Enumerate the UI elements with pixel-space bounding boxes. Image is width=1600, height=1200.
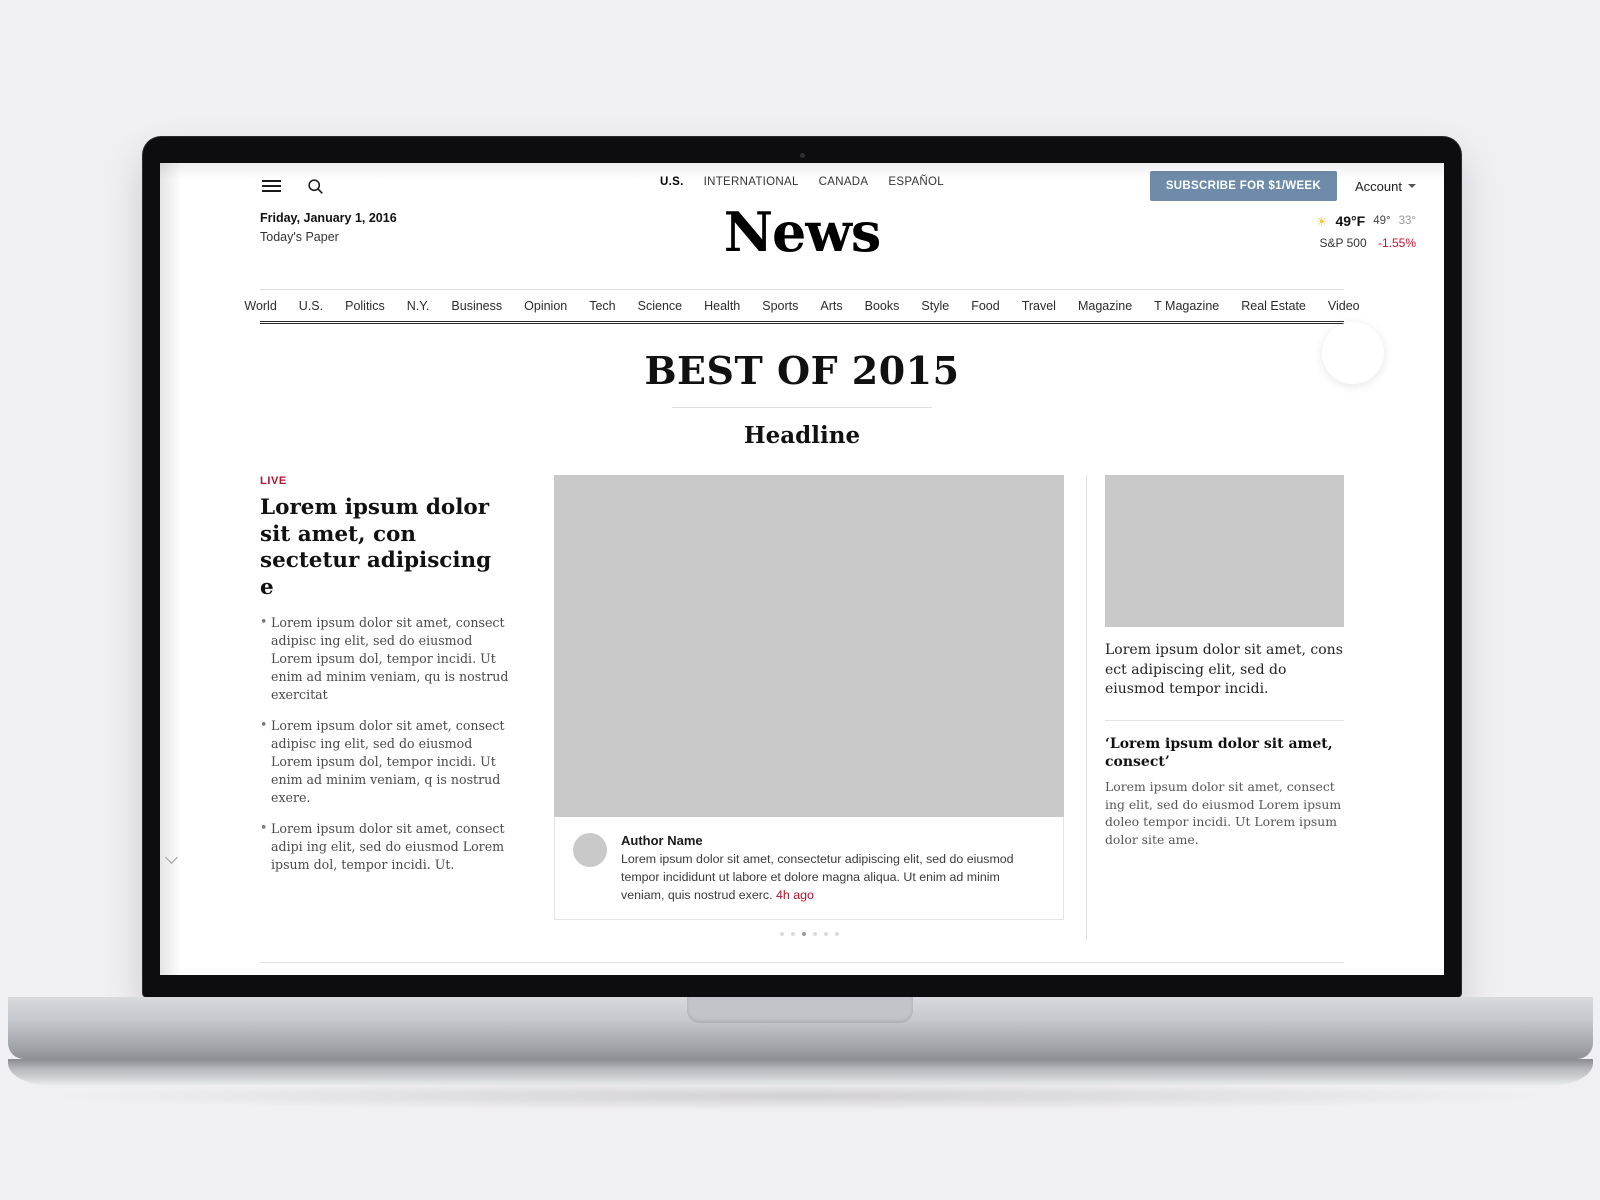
nav-item-health[interactable]: Health — [704, 299, 740, 313]
nav-item-world[interactable]: World — [244, 299, 276, 313]
divider — [1105, 719, 1344, 721]
nav-item-science[interactable]: Science — [638, 299, 682, 313]
sidebar-deck[interactable]: Lorem ipsum dolor sit amet, cons ect adi… — [1105, 641, 1344, 700]
avatar — [573, 833, 607, 867]
nav-item-arts[interactable]: Arts — [820, 299, 842, 313]
carousel-pagination — [554, 931, 1064, 936]
nav-item-real-estate[interactable]: Real Estate — [1241, 299, 1306, 313]
market-widget[interactable]: S&P 500 -1.55% — [1316, 236, 1416, 250]
bottom-briefs-strip: Lorem ipsum dolor sit a metconse asilct … — [260, 961, 1344, 975]
masthead-meta: ☀ 49°F 49° 33° S&P 500 -1.55% — [1316, 209, 1416, 250]
nav-item-opinion[interactable]: Opinion — [524, 299, 567, 313]
nav-item-business[interactable]: Business — [451, 299, 502, 313]
sun-icon: ☀ — [1315, 213, 1328, 229]
todays-paper-link[interactable]: Today's Paper — [260, 230, 397, 244]
utility-bar: U.S. INTERNATIONAL CANADA ESPAÑOL SUBSCR… — [160, 163, 1444, 209]
browser-viewport: U.S. INTERNATIONAL CANADA ESPAÑOL SUBSCR… — [160, 163, 1444, 975]
carousel-dot-active[interactable] — [801, 931, 806, 936]
right-column: Lorem ipsum dolor sit amet, cons ect adi… — [1086, 475, 1344, 940]
section-navigation: World U.S. Politics N.Y. Business Opinio… — [244, 289, 1360, 324]
author-name[interactable]: Author Name — [621, 833, 1045, 848]
nav-item-t-magazine[interactable]: T Magazine — [1154, 299, 1219, 313]
carousel-dot[interactable] — [834, 931, 839, 936]
market-index-label: S&P 500 — [1319, 236, 1367, 250]
webcam-icon — [799, 153, 805, 158]
timestamp: 4h ago — [775, 887, 814, 902]
story-summary-text: Lorem ipsum dolor sit amet, consectetur … — [621, 852, 1014, 902]
edition-switcher: U.S. INTERNATIONAL CANADA ESPAÑOL — [160, 176, 1444, 188]
divider — [672, 407, 932, 408]
edition-canada[interactable]: CANADA — [819, 176, 869, 188]
nav-item-tech[interactable]: Tech — [589, 299, 615, 313]
sidebar-image[interactable] — [1105, 475, 1344, 627]
list-item[interactable]: Lorem ipsum dolor sit amet, consect adip… — [260, 819, 510, 874]
scroll-down-chevron-icon[interactable] — [166, 853, 180, 861]
carousel-dot[interactable] — [823, 931, 828, 936]
main-story-column: Author Name Lorem ipsum dolor sit amet, … — [532, 475, 1086, 940]
floating-circle-decoration — [1322, 322, 1384, 384]
edition-international[interactable]: INTERNATIONAL — [704, 176, 799, 188]
status-badge: LIVE — [260, 475, 287, 487]
weather-current: 49°F — [1335, 213, 1366, 229]
feature-header: BEST OF 2015 Headline — [160, 324, 1444, 449]
nav-item-video[interactable]: Video — [1328, 299, 1360, 313]
nav-item-books[interactable]: Books — [865, 299, 900, 313]
nav-item-sports[interactable]: Sports — [762, 299, 798, 313]
nav-item-politics[interactable]: Politics — [345, 299, 385, 313]
market-change: -1.55% — [1377, 236, 1416, 250]
page-title: Headline — [743, 422, 861, 449]
date-block: Friday, January 1, 2016 Today's Paper — [260, 209, 397, 244]
edition-espanol[interactable]: ESPAÑOL — [888, 176, 944, 188]
byline-text-block: Author Name Lorem ipsum dolor sit amet, … — [621, 833, 1045, 905]
byline-card: Author Name Lorem ipsum dolor sit amet, … — [554, 817, 1064, 920]
list-item[interactable]: Lorem ipsum dolor sit amet, consect adip… — [260, 716, 510, 807]
carousel-dot[interactable] — [812, 931, 817, 936]
screenshot-stage: U.S. INTERNATIONAL CANADA ESPAÑOL SUBSCR… — [0, 0, 1600, 1200]
left-column: LIVE Lorem ipsum dolor sit amet, con sec… — [260, 475, 532, 940]
nav-item-style[interactable]: Style — [921, 299, 949, 313]
main-grid: LIVE Lorem ipsum dolor sit amet, con sec… — [260, 475, 1344, 940]
weather-low: 33° — [1398, 215, 1416, 227]
carousel-dot[interactable] — [779, 931, 784, 936]
carousel-dot[interactable] — [790, 931, 795, 936]
list-item[interactable]: Lorem ipsum dolor sit amet, consect adip… — [260, 613, 510, 704]
masthead: Friday, January 1, 2016 Today's Paper Ne… — [160, 205, 1444, 283]
hero-image[interactable] — [554, 475, 1064, 817]
news-homepage: U.S. INTERNATIONAL CANADA ESPAÑOL SUBSCR… — [160, 163, 1444, 975]
story-summary: Lorem ipsum dolor sit amet, consectetur … — [621, 851, 1045, 905]
laptop-base-notch — [687, 997, 913, 1023]
left-column-headline[interactable]: Lorem ipsum dolor sit amet, con sectetur… — [260, 495, 510, 602]
nav-item-magazine[interactable]: Magazine — [1078, 299, 1132, 313]
sidebar-quote-body: Lorem ipsum dolor sit amet, consect ing … — [1105, 779, 1342, 847]
weather-widget[interactable]: ☀ 49°F 49° 33° — [1316, 213, 1416, 229]
laptop-shadow — [60, 1082, 1540, 1110]
weather-high: 49° — [1373, 215, 1391, 227]
nav-item-food[interactable]: Food — [971, 299, 1000, 313]
current-date: Friday, January 1, 2016 — [260, 211, 397, 225]
sidebar-quote-title[interactable]: ‘Lorem ipsum dolor sit amet, consect’ — [1105, 735, 1344, 771]
edition-us[interactable]: U.S. — [660, 176, 684, 188]
left-column-bullets: Lorem ipsum dolor sit amet, consect adip… — [260, 613, 510, 874]
nav-item-ny[interactable]: N.Y. — [407, 299, 430, 313]
nav-item-us[interactable]: U.S. — [299, 299, 323, 313]
nav-item-travel[interactable]: Travel — [1022, 299, 1056, 313]
feature-kicker: BEST OF 2015 — [644, 348, 960, 393]
